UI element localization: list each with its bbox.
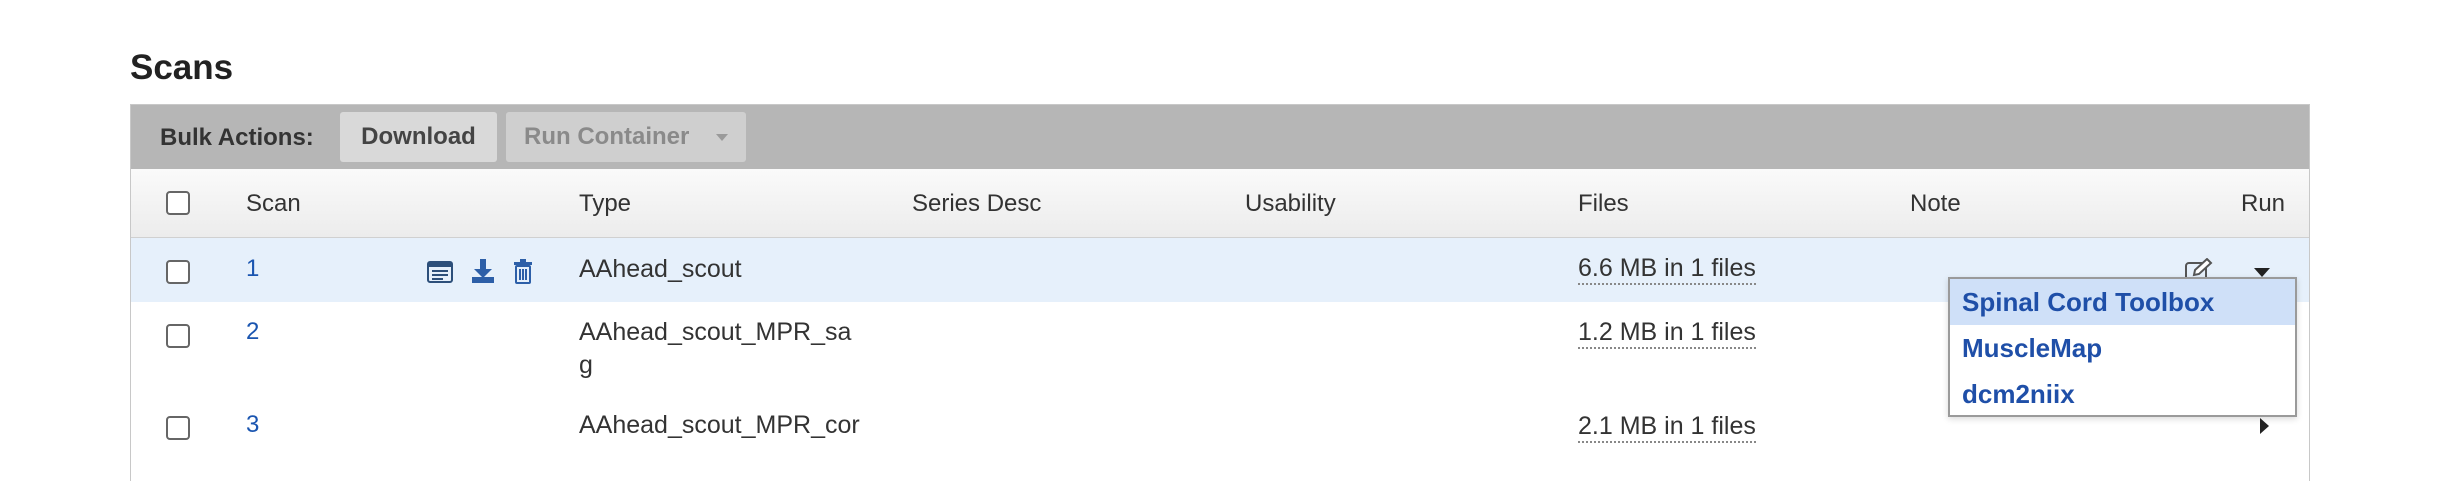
column-header-type[interactable]: Type xyxy=(579,190,631,218)
chevron-down-icon xyxy=(716,134,728,141)
run-container-button[interactable]: Run Container xyxy=(506,112,746,162)
run-container-dropdown: Spinal Cord Toolbox MuscleMap dcm2niix xyxy=(1948,277,2297,417)
column-header-series-desc[interactable]: Series Desc xyxy=(912,190,1041,218)
scan-id-link[interactable]: 1 xyxy=(246,255,259,283)
bulk-actions-bar: Bulk Actions: Download Run Container xyxy=(131,105,2309,169)
column-header-scan[interactable]: Scan xyxy=(246,190,301,218)
scan-files-link[interactable]: 6.6 MB in 1 files xyxy=(1578,253,1756,285)
page-title: Scans xyxy=(130,48,234,87)
table-header: Scan Type Series Desc Usability Files No… xyxy=(131,169,2309,238)
row-checkbox[interactable] xyxy=(166,324,190,348)
run-menu-caret-down-icon[interactable] xyxy=(2254,268,2270,277)
run-container-label: Run Container xyxy=(524,123,690,150)
bulk-download-button[interactable]: Download xyxy=(340,112,497,162)
row-checkbox[interactable] xyxy=(166,260,190,284)
scan-id-link[interactable]: 2 xyxy=(246,318,259,346)
details-icon[interactable] xyxy=(427,261,453,283)
dropdown-item-spinal-cord-toolbox[interactable]: Spinal Cord Toolbox xyxy=(1950,279,2295,325)
bulk-actions-label: Bulk Actions: xyxy=(160,124,314,151)
scan-type: AAhead_scout_MPR_sag xyxy=(579,318,852,379)
select-all-checkbox[interactable] xyxy=(166,191,190,215)
dropdown-item-dcm2niix[interactable]: dcm2niix xyxy=(1950,371,2295,417)
scan-files-link[interactable]: 2.1 MB in 1 files xyxy=(1578,411,1756,443)
scan-type: AAhead_scout xyxy=(579,255,742,283)
column-header-note[interactable]: Note xyxy=(1910,190,1961,218)
column-header-run: Run xyxy=(2241,190,2286,217)
scan-files-link[interactable]: 1.2 MB in 1 files xyxy=(1578,317,1756,349)
run-menu-caret-right-icon[interactable] xyxy=(2260,418,2269,434)
column-header-usability[interactable]: Usability xyxy=(1245,190,1336,218)
dropdown-item-musclemap[interactable]: MuscleMap xyxy=(1950,325,2295,371)
download-icon[interactable] xyxy=(471,258,495,284)
column-header-files[interactable]: Files xyxy=(1578,190,1629,218)
scan-type: AAhead_scout_MPR_cor xyxy=(579,411,860,439)
row-checkbox[interactable] xyxy=(166,416,190,440)
trash-icon[interactable] xyxy=(513,259,533,284)
scan-id-link[interactable]: 3 xyxy=(246,411,259,439)
